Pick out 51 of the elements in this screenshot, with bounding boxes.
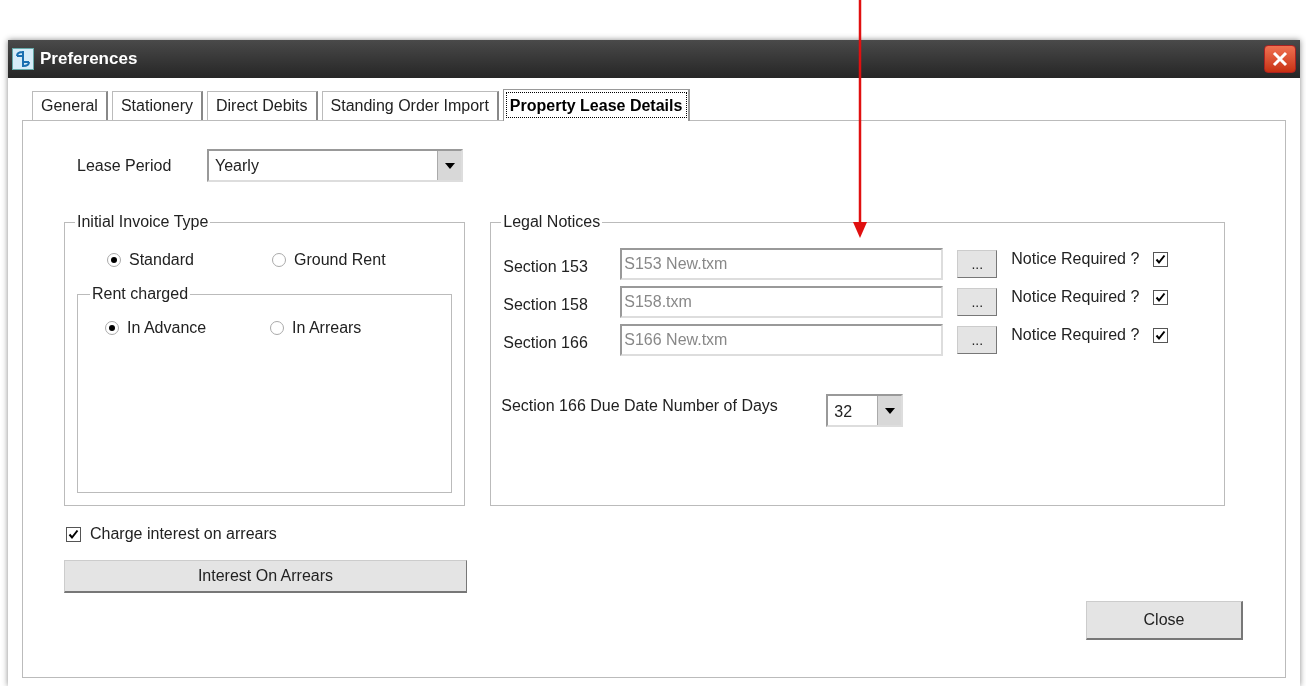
- lease-period-dropdown[interactable]: Yearly: [207, 149, 463, 182]
- checkbox-label: Charge interest on arrears: [90, 524, 277, 544]
- browse-button[interactable]: ...: [957, 250, 998, 278]
- notice-label: Notice Required ?: [1011, 325, 1140, 345]
- checkbox[interactable]: [1153, 327, 1169, 343]
- field-label: Section 166: [503, 333, 589, 353]
- tab[interactable]: Property Lease Details: [502, 89, 691, 121]
- browse-button[interactable]: ...: [957, 288, 998, 316]
- caret-icon: [444, 162, 455, 169]
- group-title: Rent charged: [91, 284, 190, 304]
- dropdown-arrow-button[interactable]: [437, 151, 461, 180]
- radio-button[interactable]: [105, 321, 119, 335]
- radio-label: In Advance: [127, 318, 207, 338]
- field-label: Section 153: [503, 257, 589, 277]
- dropdown-arrow-button[interactable]: [877, 396, 902, 425]
- caret-icon: [884, 407, 895, 414]
- radio-label: Standard: [129, 250, 194, 270]
- checkbox[interactable]: [1153, 289, 1169, 305]
- checkbox[interactable]: [66, 526, 81, 542]
- tab[interactable]: Stationery: [111, 91, 203, 120]
- tab[interactable]: General: [32, 91, 108, 120]
- checkbox[interactable]: [1153, 251, 1169, 267]
- field-label: Lease Period: [77, 155, 173, 176]
- file-path-field[interactable]: S153 New.txm: [620, 248, 944, 280]
- tab[interactable]: Standing Order Import: [321, 91, 499, 120]
- notice-label: Notice Required ?: [1011, 249, 1140, 269]
- radio-button[interactable]: [270, 321, 284, 335]
- field-label: Section 158: [503, 295, 589, 315]
- file-path-field[interactable]: S158.txm: [620, 286, 944, 318]
- radio-label: In Arrears: [292, 318, 362, 338]
- close-dialog-button[interactable]: Close: [1086, 601, 1243, 640]
- checkmark-icon: [68, 528, 79, 540]
- notice-label: Notice Required ?: [1011, 287, 1140, 307]
- field-label: Section 166 Due Date Number of Days: [501, 396, 779, 416]
- checkmark-icon: [1155, 329, 1167, 341]
- app-logo-icon: [12, 48, 34, 70]
- days-dropdown[interactable]: 32: [826, 394, 904, 427]
- file-path-field[interactable]: S166 New.txm: [620, 324, 944, 356]
- group-title: Legal Notices: [502, 212, 602, 232]
- tab[interactable]: Direct Debits: [206, 91, 318, 120]
- browse-button[interactable]: ...: [957, 326, 998, 354]
- radio-label: Ground Rent: [294, 250, 386, 270]
- window-title: Preferences: [40, 48, 138, 71]
- checkmark-icon: [1155, 291, 1167, 303]
- interest-on-arrears-button[interactable]: Interest On Arrears: [64, 560, 467, 593]
- close-icon: [1272, 51, 1288, 67]
- checkmark-icon: [1155, 253, 1167, 265]
- close-button[interactable]: [1264, 45, 1296, 73]
- radio-button[interactable]: [272, 253, 286, 267]
- group-title: Initial Invoice Type: [76, 212, 210, 232]
- radio-button[interactable]: [107, 253, 121, 267]
